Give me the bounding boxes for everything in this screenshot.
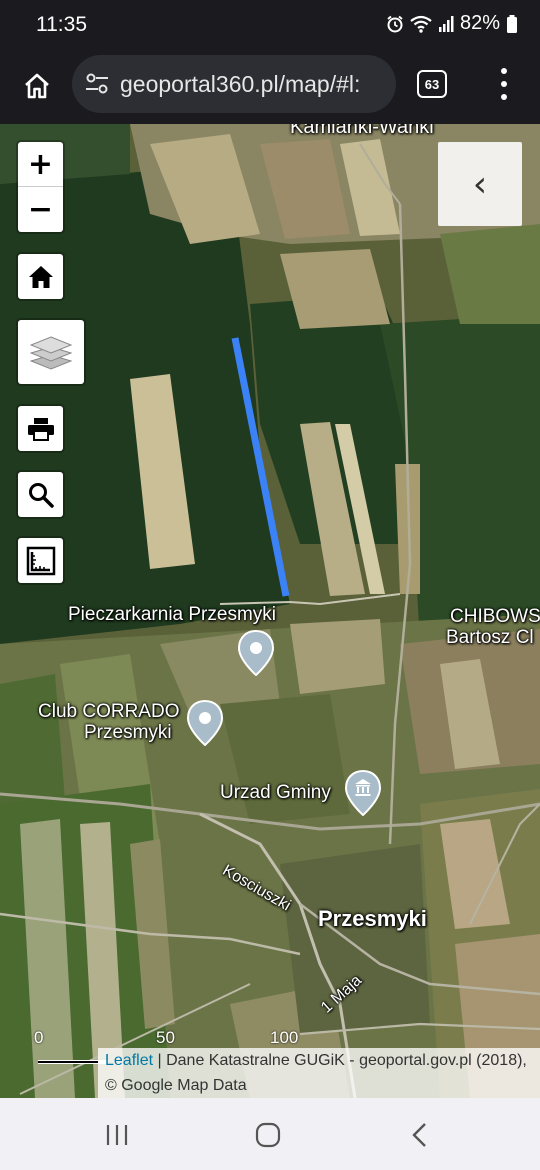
back-icon[interactable] [405, 1120, 435, 1150]
status-time: 11:35 [36, 13, 87, 36]
more-menu-icon[interactable] [494, 68, 514, 100]
browser-home-button[interactable] [16, 65, 58, 107]
poi-marker-club[interactable] [187, 700, 223, 746]
attribution-text: | Dane Katastralne GUGiK - geoportal.gov… [153, 1052, 527, 1069]
poi-marker-pieczarkarnia[interactable] [238, 630, 274, 676]
place-label-przesmyki: Przesmyki [318, 906, 427, 931]
home-icon [28, 265, 53, 288]
scale-label-start: 0 [34, 1028, 44, 1047]
measure-icon [26, 546, 55, 575]
signal-icon [438, 15, 454, 32]
layers-icon [30, 336, 72, 370]
tabs-icon[interactable]: 63 [417, 70, 447, 98]
search-button[interactable] [18, 472, 63, 517]
address-bar[interactable]: geoportal360.pl/map/#l: [72, 55, 396, 113]
poi-label-urzad: Urzad Gminy [220, 782, 331, 803]
place-label-kamianki: Kamianki-Wańki [290, 124, 434, 138]
map-attribution: Leaflet | Dane Katastralne GUGiK - geopo… [98, 1048, 540, 1098]
collapse-panel-button[interactable]: ‹ [438, 142, 522, 226]
zoom-out-button[interactable]: − [18, 187, 63, 232]
poi-label-chibowski-1: CHIBOWS [450, 606, 540, 627]
map-home-button[interactable] [18, 254, 63, 299]
poi-label-chibowski-2: Bartosz Cl [446, 627, 534, 648]
map-view[interactable]: Kamianki-Wańki + − ‹ Pieczarkarnia Przes… [0, 124, 540, 1098]
poi-label-pieczarkarnia: Pieczarkarnia Przesmyki [68, 604, 276, 625]
status-bar: 11:35 82% [0, 0, 540, 50]
wifi-icon [410, 15, 432, 33]
zoom-in-button[interactable]: + [18, 142, 63, 187]
zoom-control: + − [18, 142, 63, 232]
browser-toolbar: geoportal360.pl/map/#l: 63 [0, 50, 540, 124]
url-text[interactable]: geoportal360.pl/map/#l: [120, 71, 390, 98]
battery-icon [507, 14, 517, 33]
recents-icon[interactable] [102, 1120, 132, 1150]
system-nav-bar [0, 1098, 540, 1170]
home-icon [25, 73, 49, 99]
layers-button[interactable] [18, 320, 84, 384]
print-button[interactable] [18, 406, 63, 451]
leaflet-link[interactable]: Leaflet [105, 1052, 153, 1069]
measure-button[interactable] [18, 538, 63, 583]
site-settings-icon[interactable] [84, 72, 110, 96]
scale-label-end: 100 [270, 1028, 299, 1047]
poi-marker-urzad[interactable] [345, 770, 381, 816]
status-icons: 82% [386, 12, 518, 35]
print-icon [27, 417, 54, 441]
phone-screen: 11:35 82% geoportal360.pl/map/#l: 63 Kam… [0, 0, 540, 1170]
poi-label-club-2: Przesmyki [84, 722, 172, 743]
battery-percent: 82% [459, 12, 500, 34]
home-circle-icon[interactable] [253, 1120, 283, 1150]
search-icon [28, 482, 54, 508]
alarm-icon [387, 15, 403, 32]
scale-labels: 0 50 100 [34, 1028, 334, 1050]
poi-label-club-1: Club CORRADO [38, 701, 180, 722]
attribution-text-2: © Google Map Data [105, 1077, 247, 1094]
scale-label-mid: 50 [156, 1028, 175, 1047]
